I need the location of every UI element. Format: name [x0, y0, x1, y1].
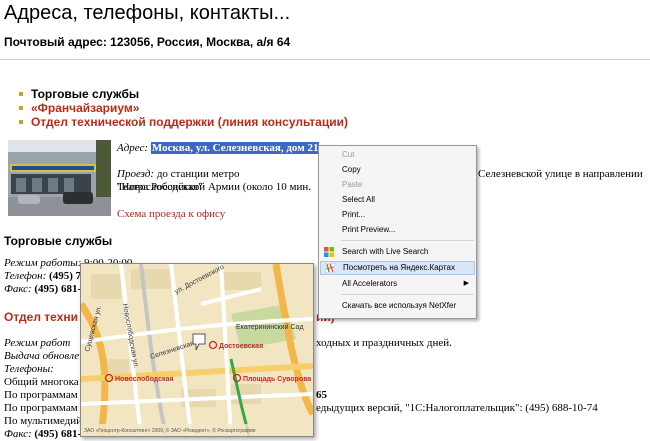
menu-separator — [341, 294, 474, 295]
support-hours: Режим работ — [4, 337, 70, 350]
menu-item-live-search-label: Search with Live Search — [342, 247, 429, 256]
directions-text-right: Селезневской улице в направлении — [478, 168, 643, 180]
map-preview-popup[interactable]: Екатерининский Сад ул. Достоевского Ново… — [80, 263, 314, 437]
directions-line-2: Театра Российской Армии (около 10 мин. — [117, 181, 311, 193]
directions-label: Проезд: — [117, 168, 155, 180]
hours-label: Режим работы: — [4, 257, 82, 269]
support-fax-label: Факс: — [4, 428, 32, 440]
office-map-link[interactable]: Схема проезда к офису — [117, 208, 225, 220]
divider — [0, 59, 650, 60]
support-general: Общий многока — [4, 376, 79, 388]
menu-item-select-all[interactable]: Select All — [320, 193, 475, 207]
nav-link-support[interactable]: Отдел технической поддержки (линия консу… — [18, 115, 348, 129]
menu-item-live-search[interactable]: Search with Live Search — [320, 245, 475, 259]
menu-item-print[interactable]: Print... — [320, 208, 475, 222]
sales-phone: Телефон: (495) 7 — [4, 270, 81, 283]
support-programs-1-tail: 65 — [316, 389, 327, 401]
menu-item-netxfer[interactable]: Скачать все используя NetXfer — [320, 299, 475, 313]
menu-item-copy[interactable]: Copy — [320, 163, 475, 177]
support-updates: Выдача обновле — [4, 350, 79, 363]
support-phones: Телефоны: — [4, 363, 54, 376]
office-photo — [8, 140, 111, 216]
map-metro-ploshad-suvorova: Площадь Суворова — [243, 376, 311, 383]
sales-fax: Факс: (495) 681- — [4, 283, 81, 296]
yandex-maps-icon — [325, 263, 335, 273]
support-section-title: Отдел техни — [4, 310, 78, 324]
map-metro-dostoevskaya: Достоевская — [219, 343, 263, 350]
support-programs-2-tail: едыдущих версий, "1С:Налогоплательщик": … — [316, 402, 598, 414]
support-programs-2: По программам — [4, 402, 78, 414]
support-updates-label: Выдача обновле — [4, 350, 80, 362]
phone-label: Телефон: — [4, 270, 47, 282]
menu-item-yandex-maps[interactable]: Посмотреть на Яндекс.Картах — [320, 261, 475, 275]
nav-link-sales[interactable]: Торговые службы — [18, 87, 348, 101]
section-nav: Торговые службы «Франчайзариум» Отдел те… — [18, 87, 348, 129]
support-phones-label: Телефоны: — [4, 363, 54, 375]
map-label-ekaterininsky-sad: Екатерининский Сад — [236, 323, 304, 331]
live-search-icon — [324, 247, 334, 257]
menu-item-paste[interactable]: Paste — [320, 178, 475, 192]
menu-item-all-accelerators[interactable]: All Accelerators ▶ — [320, 277, 475, 291]
menu-item-yandex-maps-label: Посмотреть на Яндекс.Картах — [343, 263, 455, 272]
menu-item-print-preview[interactable]: Print Preview... — [320, 223, 475, 237]
address-row: Адрес: Москва, ул. Селезневская, дом 21 — [117, 142, 320, 154]
support-multimedia: По мультимедий — [4, 415, 83, 427]
menu-item-cut[interactable]: Cut — [320, 148, 475, 162]
support-hours-tail: ходных и праздничных дней. — [316, 337, 452, 349]
submenu-arrow-icon: ▶ — [463, 280, 469, 287]
address-label: Адрес: — [117, 142, 149, 154]
map-metro-novoslobodskaya: Новослободская — [115, 375, 173, 383]
nav-link-franchise[interactable]: «Франчайзариум» — [18, 101, 348, 115]
sales-section-title: Торговые службы — [4, 234, 113, 248]
fax-label: Факс: — [4, 283, 32, 295]
menu-item-all-accelerators-label: All Accelerators — [342, 279, 398, 288]
support-programs-1: По программам — [4, 389, 78, 401]
menu-separator — [341, 240, 474, 241]
support-hours-label: Режим работ — [4, 337, 71, 349]
postal-address: Почтовый адрес: 123056, Россия, Москва, … — [4, 35, 291, 49]
fax-value: (495) 681- — [31, 283, 82, 295]
map-copyright: ЗАО «Геоцентр-Консалтинг» 2009, © ЗАО «Р… — [84, 427, 256, 434]
page-title: Адреса, телефоны, контакты... — [4, 2, 291, 24]
address-selected-text[interactable]: Москва, ул. Селезневская, дом 21 — [150, 142, 320, 154]
phone-value: (495) 7 — [46, 270, 82, 282]
context-menu[interactable]: Cut Copy Paste Select All Print... Print… — [318, 145, 477, 319]
